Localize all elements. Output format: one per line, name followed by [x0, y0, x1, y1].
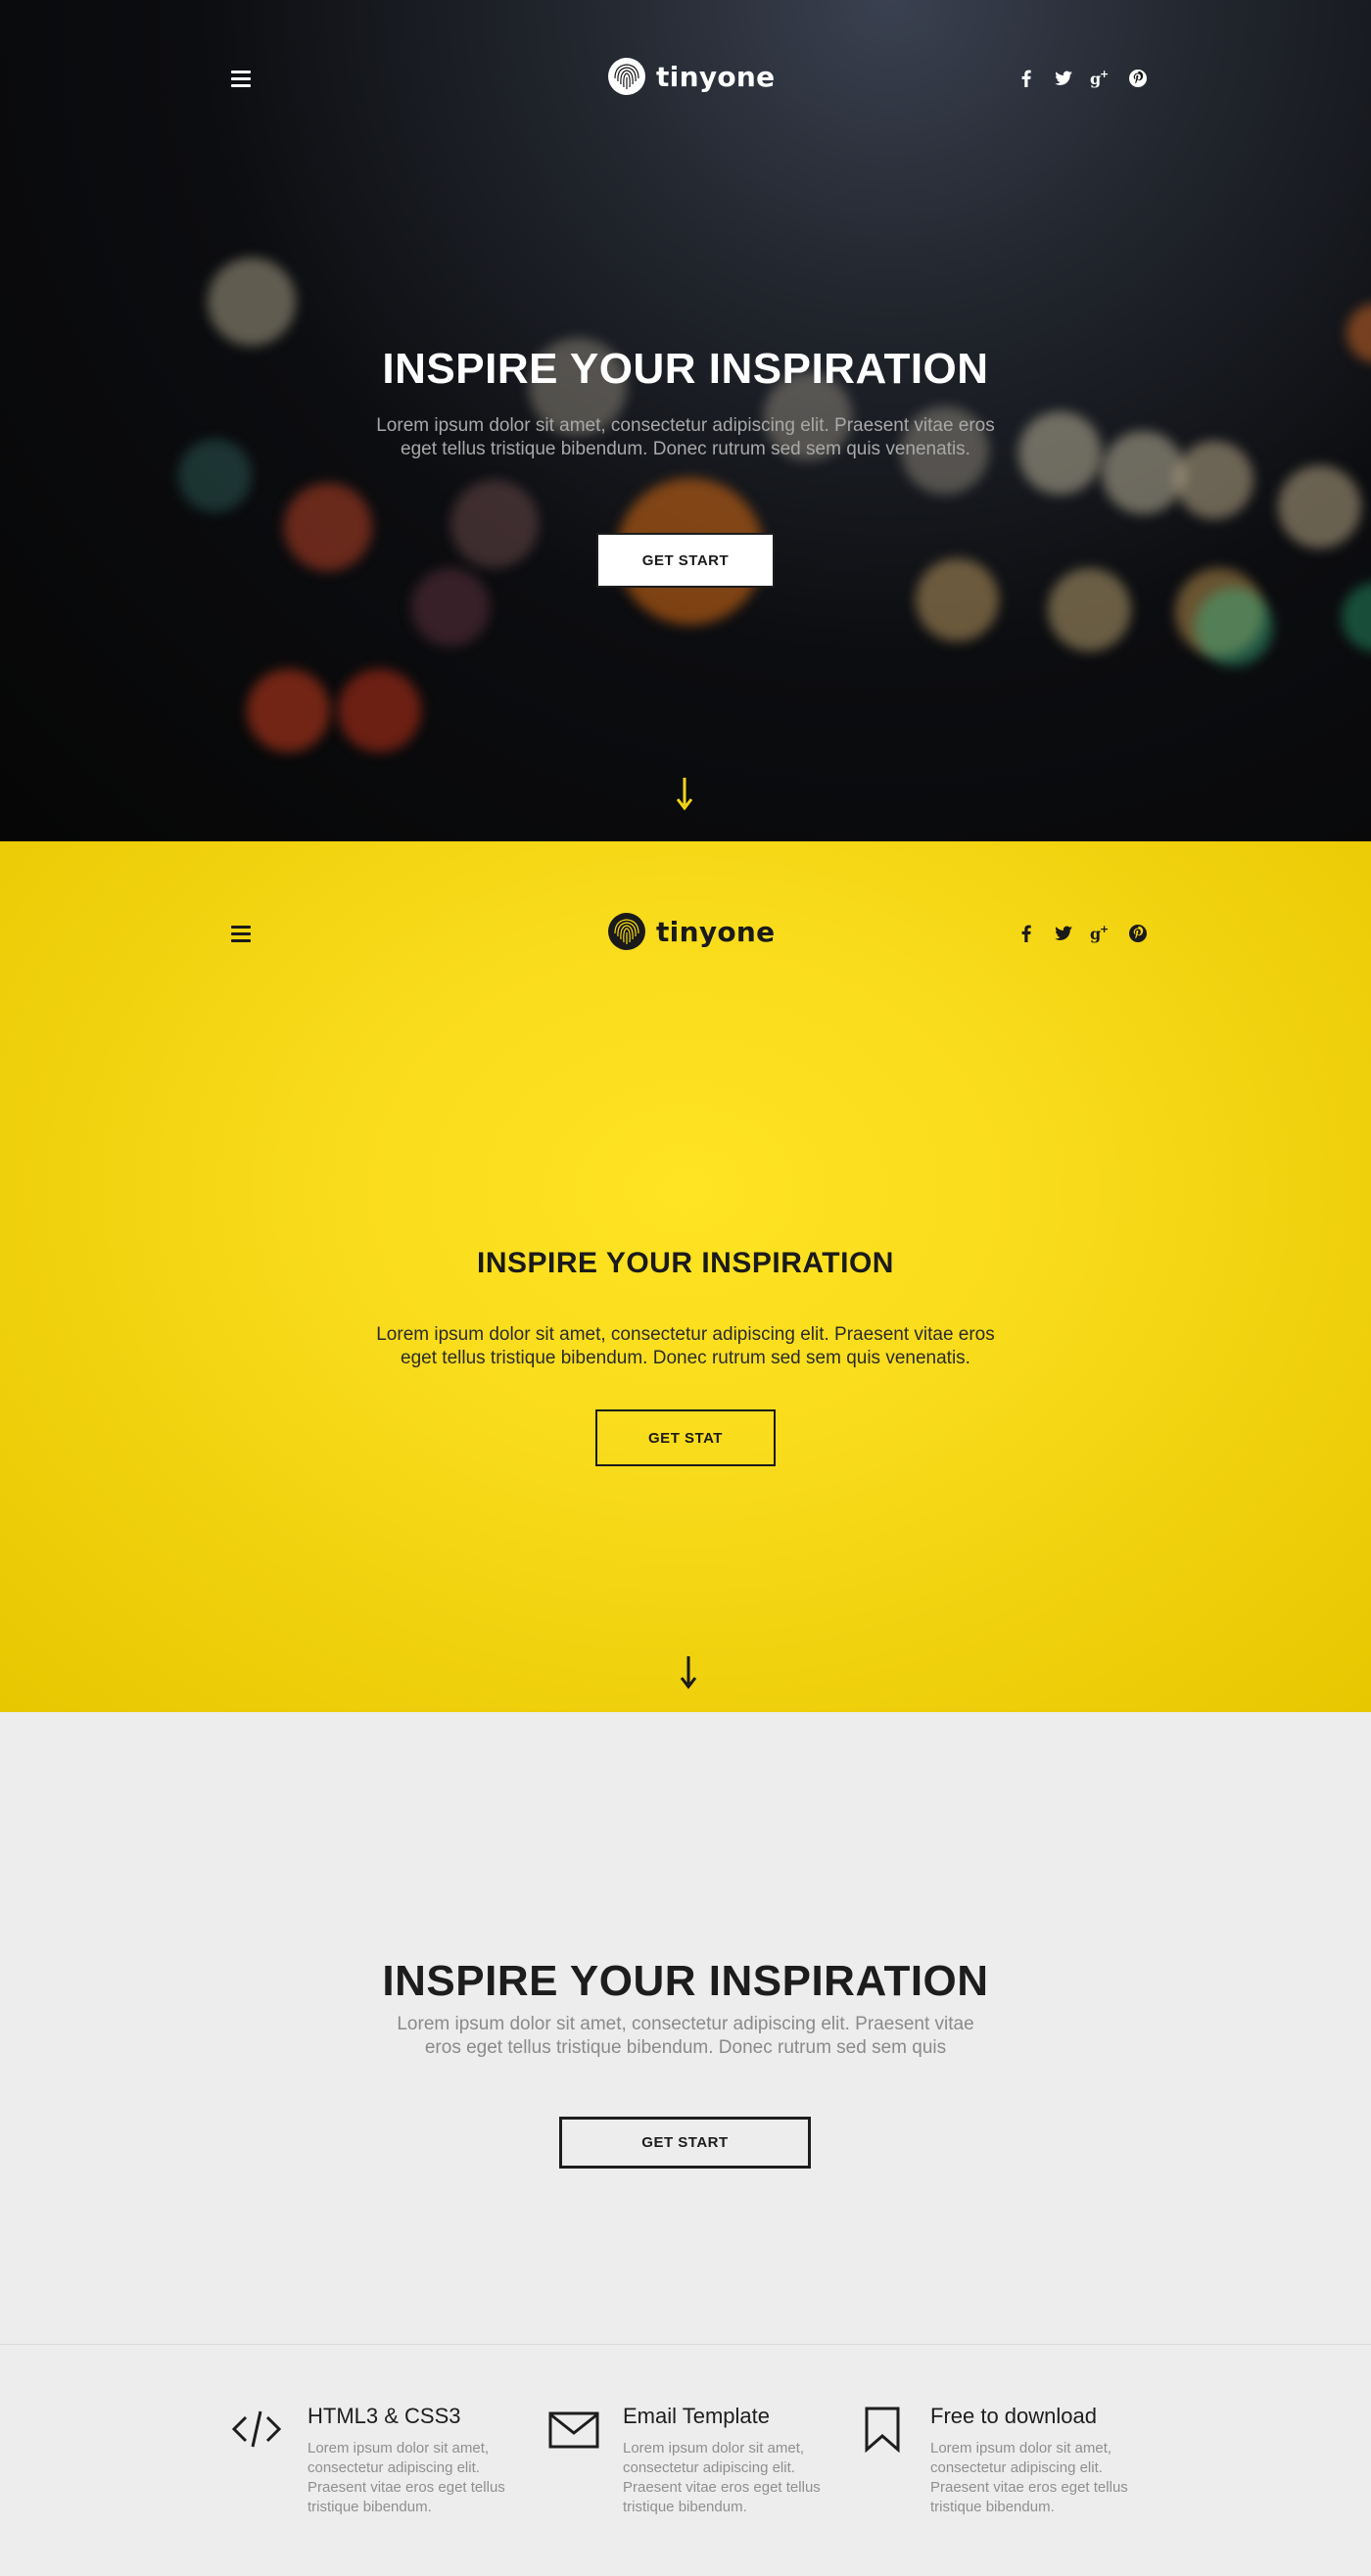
brand-name: tinyone — [656, 60, 776, 93]
pinterest-icon[interactable] — [1126, 67, 1150, 90]
social-links: g + — [1015, 67, 1150, 90]
hero-text: Lorem ipsum dolor sit amet, consectetur … — [397, 2014, 974, 2058]
feature-title: HTML3 & CSS3 — [307, 2404, 461, 2428]
scroll-down-arrow-icon[interactable] — [679, 1654, 698, 1690]
get-stat-button[interactable]: GET STAT — [595, 1409, 776, 1466]
feature-title: Free to download — [930, 2404, 1097, 2428]
svg-text:+: + — [1100, 68, 1109, 80]
google-plus-icon[interactable]: g+ — [1089, 922, 1112, 945]
get-start-button[interactable]: GET START — [596, 533, 775, 588]
bokeh-light — [338, 669, 421, 752]
header: tinyone g + — [0, 855, 1371, 1012]
bokeh-light — [208, 258, 296, 346]
facebook-icon[interactable] — [1015, 922, 1038, 945]
features-section: HTML3 & CSS3 Lorem ipsum dolor sit amet,… — [0, 2344, 1371, 2576]
twitter-icon[interactable] — [1052, 922, 1075, 945]
get-start-button[interactable]: GET START — [559, 2117, 811, 2169]
dark-hero-section: tinyone g + INSPIRE YOUR INSPIRATION Lore… — [0, 0, 1371, 841]
yellow-hero-section: tinyone g + INSPIRE YOUR INSPIRATION Lore… — [0, 841, 1371, 1712]
code-icon — [231, 2410, 282, 2448]
light-hero-section: INSPIRE YOUR INSPIRATION Lorem ipsum dol… — [0, 1712, 1371, 2344]
twitter-icon[interactable] — [1052, 67, 1075, 90]
bokeh-light — [178, 439, 252, 512]
bokeh-light — [1048, 568, 1131, 651]
hero-title: INSPIRE YOUR INSPIRATION — [382, 345, 989, 393]
logo[interactable]: tinyone — [607, 57, 775, 96]
bokeh-light — [1342, 583, 1371, 651]
bokeh-light — [1278, 465, 1361, 549]
header: tinyone g + — [0, 0, 1371, 157]
bokeh-light — [411, 568, 490, 646]
hero-title: INSPIRE YOUR INSPIRATION — [477, 1247, 894, 1279]
logo[interactable]: tinyone — [607, 912, 775, 951]
hero-text: Lorem ipsum dolor sit amet, consectetur … — [376, 415, 995, 459]
bokeh-light — [1102, 431, 1185, 514]
bokeh-light — [284, 483, 372, 571]
bookmark-icon — [865, 2407, 900, 2453]
feature-description: Lorem ipsum dolor sit amet, consectetur … — [623, 2440, 821, 2515]
fingerprint-logo-icon — [608, 58, 645, 95]
feature-description: Lorem ipsum dolor sit amet, consectetur … — [307, 2440, 505, 2515]
hero-title: INSPIRE YOUR INSPIRATION — [382, 1957, 989, 2005]
bokeh-light — [1018, 411, 1102, 495]
bokeh-light — [1175, 441, 1253, 519]
social-links: g + — [1015, 922, 1150, 945]
pinterest-icon[interactable] — [1126, 922, 1150, 945]
hamburger-menu-icon[interactable] — [231, 71, 251, 88]
bokeh-light — [247, 669, 330, 752]
brand-name: tinyone — [656, 915, 776, 948]
bokeh-light — [450, 480, 539, 568]
bokeh-light — [916, 558, 999, 642]
facebook-icon[interactable] — [1015, 67, 1038, 90]
envelope-icon — [548, 2411, 599, 2449]
svg-text:+: + — [1100, 923, 1109, 935]
google-plus-icon[interactable]: g+ — [1089, 67, 1112, 90]
scroll-down-arrow-icon[interactable] — [675, 776, 694, 811]
hamburger-menu-icon[interactable] — [231, 926, 251, 943]
feature-description: Lorem ipsum dolor sit amet, consectetur … — [930, 2440, 1128, 2515]
feature-title: Email Template — [623, 2404, 770, 2428]
fingerprint-logo-icon — [608, 913, 645, 950]
bokeh-light — [1195, 588, 1273, 666]
hero-text: Lorem ipsum dolor sit amet, consectetur … — [376, 1324, 995, 1368]
